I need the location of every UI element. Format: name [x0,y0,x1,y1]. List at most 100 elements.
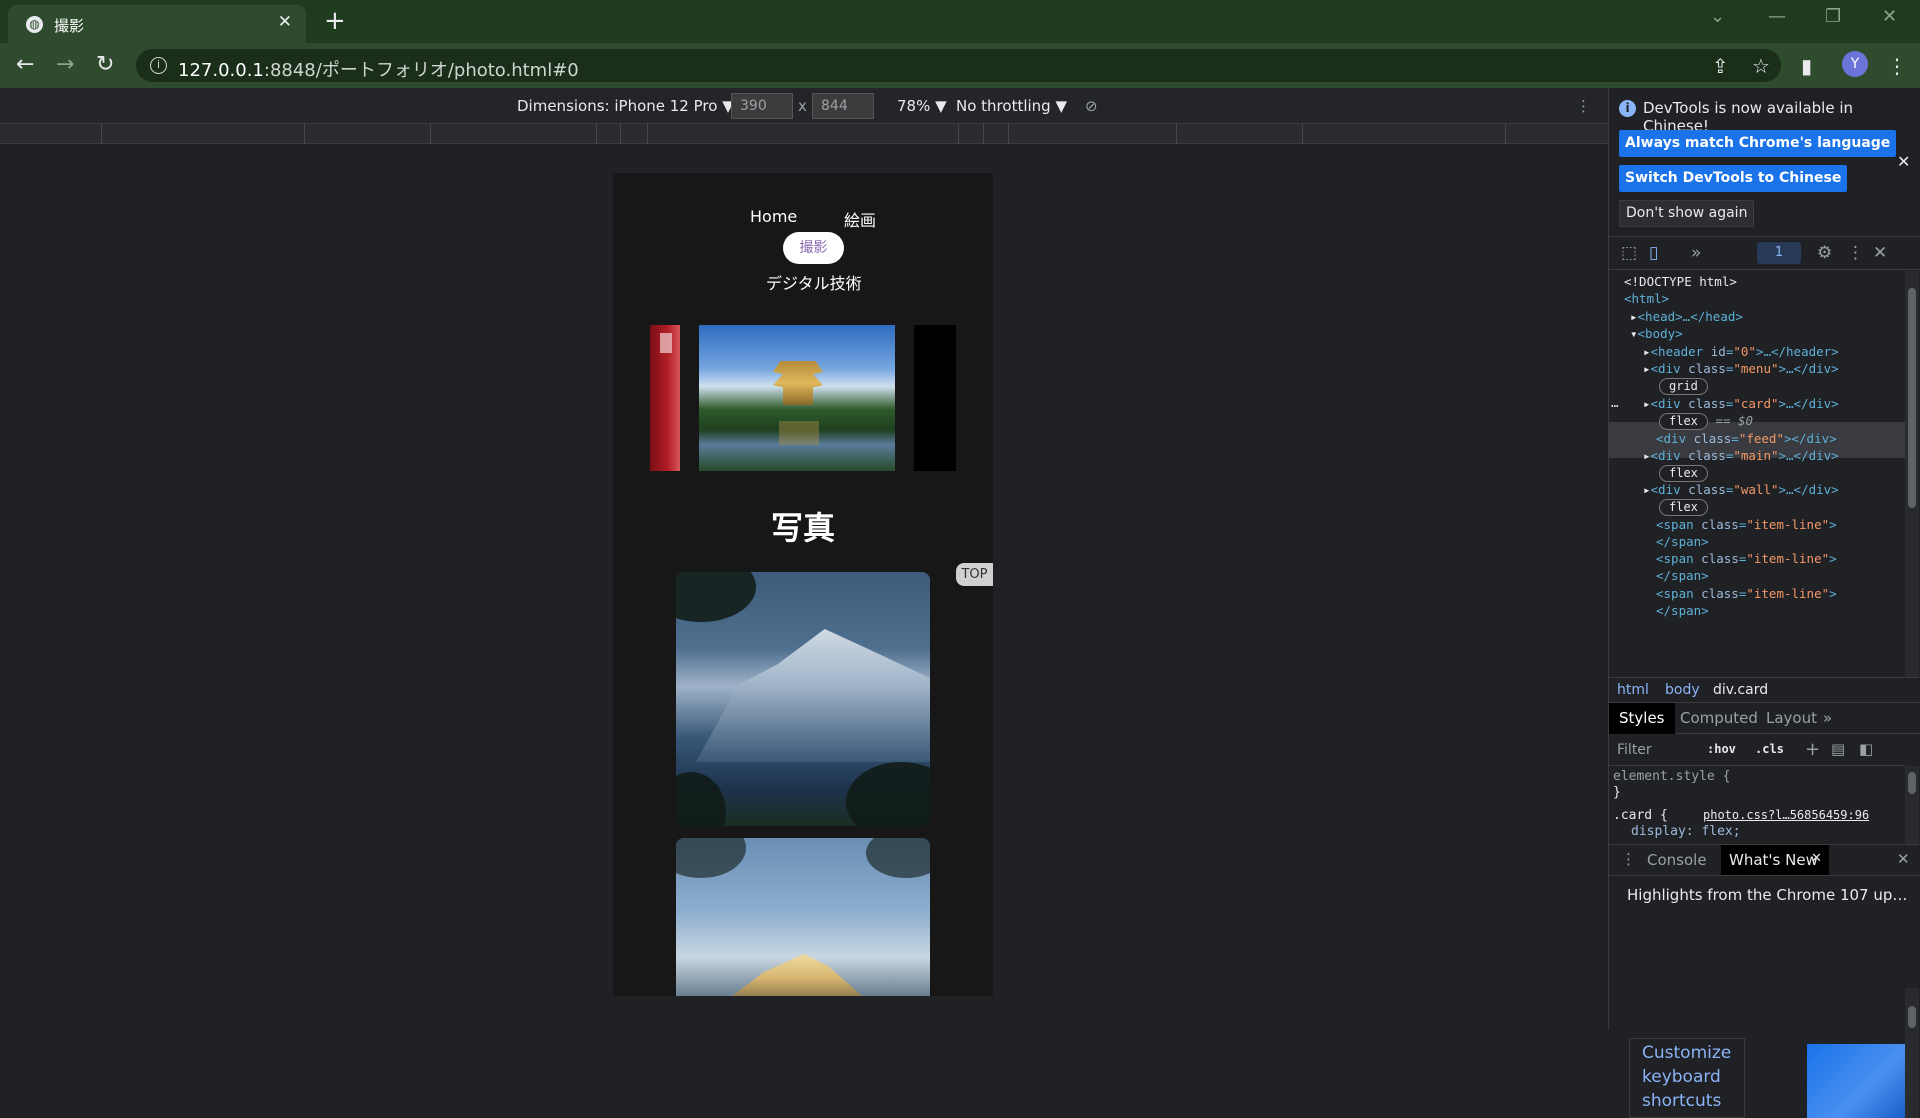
carousel-slide-left[interactable] [650,325,680,471]
drawer-menu-icon[interactable]: ⋮ [1621,850,1636,868]
cls-toggle[interactable]: .cls [1755,742,1784,756]
flex-badge-main[interactable]: flex [1659,464,1708,482]
dom-doctype[interactable]: <!DOCTYPE html> [1624,273,1737,291]
styles-pane[interactable]: element.style { } .card { photo.css?l…56… [1609,766,1905,844]
crumb-body[interactable]: body [1665,682,1700,698]
crumb-html[interactable]: html [1617,682,1649,698]
card-rule-selector[interactable]: .card { [1613,808,1668,823]
branch-shape [676,772,726,826]
tab-styles[interactable]: Styles [1609,703,1675,734]
settings-gear-icon[interactable]: ⚙ [1817,243,1832,263]
dom-div-menu[interactable]: ▸<div class="menu">…</div> [1643,360,1839,378]
new-tab-icon[interactable]: + [324,6,346,36]
elements-tree[interactable]: <!DOCTYPE html> <html> ▸<head>…</head> ▾… [1609,271,1905,677]
profile-avatar[interactable]: Y [1842,51,1868,77]
carousel-slide-kinkakuji[interactable] [699,325,895,471]
always-match-language-button[interactable]: Always match Chrome's language [1619,130,1897,157]
forward-icon[interactable]: → [56,52,74,77]
issues-badge[interactable]: 1 [1757,242,1801,264]
window-close-icon[interactable]: ✕ [1882,6,1897,27]
device-toolbar: Dimensions: iPhone 12 Pro ▼ 390 x 844 78… [0,88,1608,124]
dom-head[interactable]: ▸<head>…</head> [1630,308,1743,326]
media-query-ruler[interactable] [0,124,1608,144]
site-info-icon[interactable]: i [150,57,167,74]
dom-header[interactable]: ▸<header id="0">…</header> [1643,343,1839,361]
more-tabs-icon[interactable]: » [1691,243,1701,263]
elements-scroll-thumb[interactable] [1908,288,1916,508]
dont-show-again-button[interactable]: Don't show again [1619,200,1755,227]
top-button[interactable]: TOP [956,563,993,586]
tab-search-icon[interactable]: ⌄ [1710,6,1725,27]
dom-body[interactable]: ▾<body> [1630,325,1683,343]
rotate-icon[interactable]: ⊘ [1085,97,1098,115]
nav-kaiga-link[interactable]: 絵画 [844,207,876,231]
whats-new-headline[interactable]: Highlights from the Chrome 107 up… [1627,886,1907,904]
carousel-slide-right[interactable] [914,325,956,471]
dom-div-feed[interactable]: <div class="feed"></div> [1656,430,1837,448]
branch-shape [676,838,746,878]
reload-icon[interactable]: ↻ [96,52,114,77]
tab-computed[interactable]: Computed [1670,703,1768,734]
photo-snow-mountain[interactable] [676,572,930,826]
dom-div-main[interactable]: ▸<div class="main">…</div> [1643,447,1839,465]
nav-digital-link[interactable]: デジタル技術 [766,270,862,294]
flex-badge-wall[interactable]: flex [1659,498,1708,516]
dom-div-wall[interactable]: ▸<div class="wall">…</div> [1643,481,1839,499]
styles-scroll-thumb[interactable] [1908,772,1916,794]
restore-icon[interactable]: ❐ [1825,6,1841,27]
expand-arrow-icon: ▸ [1630,309,1638,324]
browser-tab[interactable]: ◍ 撮影 ✕ [8,5,306,43]
tab-close-icon[interactable]: ✕ [278,12,292,32]
hov-toggle[interactable]: :hov [1707,742,1736,756]
dom-span-item-line[interactable]: <span class="item-line"> [1656,585,1837,603]
stylesheet-link[interactable]: photo.css?l…56856459:96 [1703,808,1869,822]
dom-div-card[interactable]: ▸<div class="card">…</div> [1643,395,1839,413]
dom-span-close[interactable]: </span> [1656,567,1709,585]
whats-new-scroll-thumb[interactable] [1908,1006,1916,1028]
dom-span-close[interactable]: </span> [1656,533,1709,551]
banner-close-icon[interactable]: ✕ [1897,152,1910,171]
width-input[interactable]: 390 [731,93,793,119]
tab-console[interactable]: Console [1647,851,1707,869]
drawer-close-icon[interactable]: ✕ [1897,850,1910,868]
tab-whats-new[interactable]: What's New ✕ [1721,845,1829,875]
dimensions-dropdown[interactable]: Dimensions: iPhone 12 Pro ▼ [517,97,734,115]
photo-golden-peak[interactable] [676,838,930,996]
nav-home-link[interactable]: Home [750,207,797,226]
share-icon[interactable]: ⇪ [1712,54,1729,78]
bookmark-star-icon[interactable]: ☆ [1752,54,1770,78]
display-declaration[interactable]: display: flex; [1631,824,1741,839]
tab-strip: ◍ 撮影 ✕ + ⌄ — ❐ ✕ [0,0,1920,43]
customize-shortcuts-card[interactable]: Customize keyboard shortcuts [1629,1038,1745,1118]
flex-badge-card[interactable]: flex == $0 [1659,412,1753,430]
side-panel-icon[interactable]: ▮ [1801,54,1812,78]
device-toggle-icon[interactable]: ▯ [1649,243,1658,263]
mountain-shape [696,629,930,762]
crumb-div-card[interactable]: div.card [1713,682,1768,698]
height-input[interactable]: 844 [812,93,874,119]
inspect-element-icon[interactable]: ⬚ [1621,243,1637,263]
row-more-icon[interactable]: … [1611,394,1619,412]
zoom-dropdown[interactable]: 78% ▼ [897,97,947,115]
chrome-menu-icon[interactable]: ⋮ [1887,54,1907,78]
dom-span-item-line[interactable]: <span class="item-line"> [1656,516,1837,534]
dom-html[interactable]: <html> [1624,290,1669,308]
minimize-icon[interactable]: — [1768,6,1786,27]
paint-icon[interactable]: ▤ [1831,740,1845,758]
new-rule-icon[interactable]: + [1805,739,1820,760]
dom-span-item-line[interactable]: <span class="item-line"> [1656,550,1837,568]
grid-badge[interactable]: grid [1659,377,1708,395]
throttling-dropdown[interactable]: No throttling ▼ [956,97,1067,115]
more-tabs-icon[interactable]: » [1813,703,1842,734]
sidebar-toggle-icon[interactable]: ◧ [1859,740,1873,758]
devtools-close-icon[interactable]: ✕ [1873,243,1887,263]
switch-to-chinese-button[interactable]: Switch DevTools to Chinese [1619,165,1848,192]
nav-satsuei-link[interactable]: 撮影 [783,232,844,264]
filter-input[interactable]: Filter [1617,742,1652,758]
device-more-icon[interactable]: ⋮ [1576,97,1591,115]
address-bar[interactable]: i 127.0.0.1:8848/ポートフォリオ/photo.html#0 [136,49,1781,82]
element-style-rule[interactable]: element.style { [1613,769,1730,784]
devtools-menu-icon[interactable]: ⋮ [1847,243,1864,263]
back-icon[interactable]: ← [16,52,34,77]
dom-span-close[interactable]: </span> [1656,602,1709,620]
